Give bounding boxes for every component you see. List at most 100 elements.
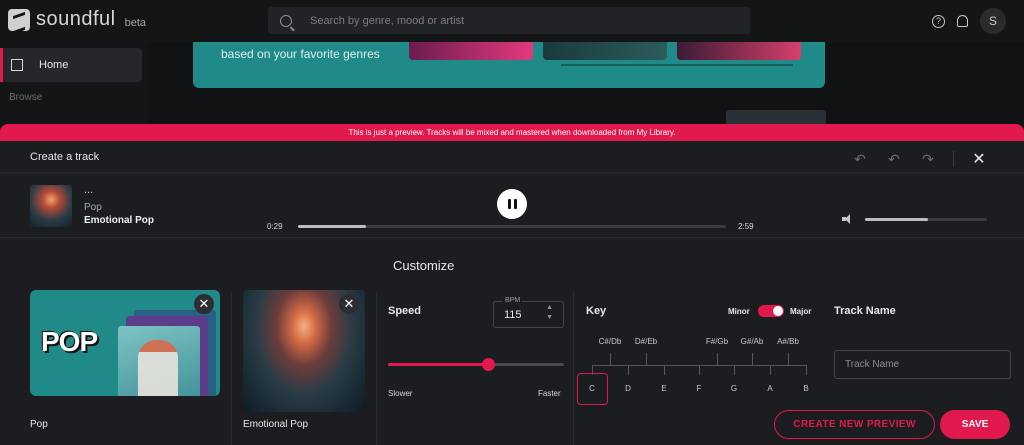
create-track-panel: Create a track ↶ ↶ ↷ ✕ ... Pop Emotional… — [0, 141, 1024, 445]
faster-label: Faster — [538, 389, 561, 398]
search-placeholder[interactable]: Search by genre, mood or artist — [310, 15, 464, 27]
key-option-sharp[interactable]: G#/Ab — [732, 337, 772, 346]
key-label: Key — [586, 305, 607, 317]
bpm-stepper[interactable]: ▲ ▼ — [546, 303, 553, 323]
banner-thumbnail[interactable] — [409, 42, 533, 60]
key-option-a[interactable]: A — [760, 384, 780, 393]
soundful-logo-icon — [8, 8, 30, 31]
avatar[interactable]: S — [980, 8, 1006, 34]
pause-icon — [513, 199, 517, 209]
pause-icon — [507, 199, 511, 209]
genre-card-label: Pop — [30, 419, 48, 430]
save-button[interactable]: SAVE — [940, 410, 1010, 439]
remove-mood-button[interactable]: ✕ — [339, 294, 359, 314]
preview-notice-text: This is just a preview. Tracks will be m… — [348, 128, 676, 137]
panel-title: Create a track — [30, 151, 100, 163]
track-name-input[interactable] — [834, 350, 1011, 379]
banner-scroll-indicator — [561, 64, 793, 66]
key-tick — [752, 353, 753, 365]
pause-button[interactable] — [497, 189, 527, 219]
speed-label: Speed — [388, 305, 422, 317]
track-artwork — [30, 185, 72, 227]
key-option-b[interactable]: B — [796, 384, 816, 393]
key-tick — [770, 365, 771, 375]
key-option-d[interactable]: D — [618, 384, 638, 393]
column-divider — [231, 292, 232, 445]
help-icon[interactable]: ? — [932, 14, 945, 28]
speed-slider-handle[interactable] — [482, 358, 496, 371]
track-title: ... — [84, 184, 94, 196]
key-option-sharp[interactable]: A#/Bb — [768, 337, 808, 346]
current-time: 0:29 — [267, 222, 283, 231]
logo-text: soundful — [36, 8, 116, 30]
track-player: ... Pop Emotional Pop 0:29 2:59 — [0, 174, 1024, 238]
track-name-label: Track Name — [834, 305, 896, 317]
pop-art-text: POP — [41, 326, 98, 357]
bell-icon[interactable] — [957, 15, 968, 27]
progress-fill — [298, 225, 367, 228]
key-option-sharp[interactable]: F#/Gb — [697, 337, 737, 346]
key-tick — [610, 353, 611, 365]
sidebar-item-label: Home — [39, 59, 69, 71]
major-label: Major — [790, 307, 812, 316]
banner-text: based on your favorite genres — [221, 47, 380, 61]
progress-bar[interactable] — [298, 225, 726, 228]
header-icons: ? S — [932, 8, 1006, 34]
soundful-logo[interactable]: soundful beta — [8, 8, 146, 31]
redo-icon[interactable]: ↷ — [919, 151, 937, 168]
key-tick — [717, 353, 718, 365]
remove-genre-button[interactable]: ✕ — [194, 294, 214, 314]
banner-thumbnail[interactable] — [677, 42, 801, 60]
key-tick — [664, 365, 665, 375]
speed-slider-fill — [388, 363, 489, 366]
undo-all-icon[interactable]: ↶ — [851, 151, 869, 168]
key-option-sharp[interactable]: D#/Eb — [626, 337, 666, 346]
key-option-f[interactable]: F — [689, 384, 709, 393]
key-tick — [734, 365, 735, 375]
home-icon — [11, 59, 23, 71]
toggle-knob — [773, 306, 783, 316]
search-bar[interactable]: Search by genre, mood or artist — [268, 7, 750, 34]
key-option-e[interactable]: E — [654, 384, 674, 393]
chevron-up-icon[interactable]: ▲ — [546, 303, 553, 313]
key-tick — [788, 353, 789, 365]
track-mood: Emotional Pop — [84, 215, 154, 226]
chevron-down-icon[interactable]: ▼ — [546, 313, 553, 323]
speed-slider[interactable] — [388, 363, 564, 366]
key-tick — [628, 365, 629, 375]
genre-banner[interactable]: based on your favorite genres — [193, 42, 825, 88]
search-icon — [280, 14, 292, 27]
top-bar: soundful beta Search by genre, mood or a… — [0, 0, 1024, 42]
slower-label: Slower — [388, 389, 413, 398]
total-time: 2:59 — [738, 222, 754, 231]
header-divider — [953, 151, 954, 167]
key-tick — [806, 365, 807, 375]
bpm-label: BPM — [503, 297, 523, 304]
beta-label: beta — [124, 16, 147, 29]
volume-fill — [865, 218, 929, 221]
volume-icon[interactable] — [842, 214, 854, 224]
panel-header: Create a track ↶ ↶ ↷ ✕ — [0, 141, 1024, 173]
mood-card-label: Emotional Pop — [243, 419, 309, 430]
minor-label: Minor — [728, 307, 750, 316]
undo-icon[interactable]: ↶ — [885, 151, 903, 168]
genre-card-pop[interactable]: POP — [30, 290, 220, 396]
column-divider — [376, 292, 377, 445]
bpm-value[interactable]: 115 — [504, 309, 522, 321]
sidebar-section-browse: Browse — [9, 92, 43, 103]
close-icon[interactable]: ✕ — [970, 149, 988, 169]
key-tick — [646, 353, 647, 365]
minor-major-toggle[interactable] — [758, 305, 784, 317]
volume-slider[interactable] — [865, 218, 987, 221]
key-option-sharp[interactable]: C#/Db — [590, 337, 630, 346]
selected-key-indicator — [577, 373, 608, 405]
sidebar-item-home[interactable]: Home — [0, 48, 142, 82]
key-tick — [699, 365, 700, 375]
column-divider — [573, 292, 574, 445]
key-option-g[interactable]: G — [724, 384, 744, 393]
panel-header-icons: ↶ ↶ ↷ ✕ — [851, 149, 988, 169]
banner-thumbnail[interactable] — [543, 42, 667, 60]
track-genre: Pop — [84, 202, 102, 213]
dancer-image — [138, 340, 178, 396]
create-new-preview-button[interactable]: CREATE NEW PREVIEW — [774, 410, 935, 439]
